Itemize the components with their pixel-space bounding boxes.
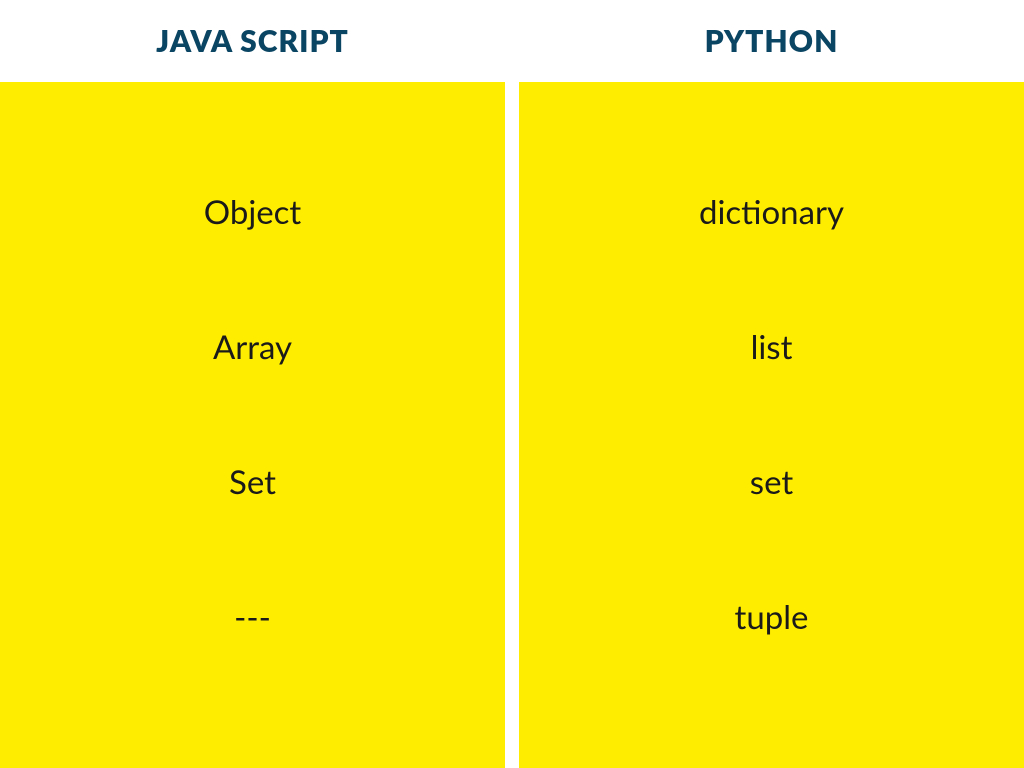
js-item-array: Array xyxy=(213,327,292,367)
body-python: dictionary list set tuple xyxy=(519,82,1024,768)
py-item-dictionary: dictionary xyxy=(699,192,844,232)
header-python: PYTHON xyxy=(519,0,1024,82)
py-item-tuple: tuple xyxy=(735,597,809,637)
column-javascript: JAVA SCRIPT Object Array Set --- xyxy=(0,0,505,768)
py-item-list: list xyxy=(751,327,793,367)
comparison-table: JAVA SCRIPT Object Array Set --- PYTHON … xyxy=(0,0,1024,768)
js-item-object: Object xyxy=(204,192,302,232)
body-javascript: Object Array Set --- xyxy=(0,82,505,768)
column-python: PYTHON dictionary list set tuple xyxy=(519,0,1024,768)
py-item-set: set xyxy=(750,462,793,502)
js-item-set: Set xyxy=(229,462,276,502)
js-item-tuple: --- xyxy=(234,597,271,637)
header-javascript: JAVA SCRIPT xyxy=(0,0,505,82)
